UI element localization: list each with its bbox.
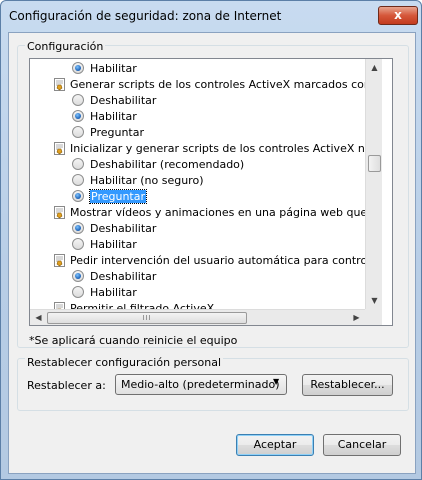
radio-selected-icon[interactable] — [72, 190, 84, 202]
setting-option-label: Habilitar — [90, 237, 137, 251]
reset-group-label: Restablecer configuración personal — [25, 356, 224, 369]
cancel-button[interactable]: Cancelar — [323, 434, 401, 456]
scroll-up-arrow-icon[interactable]: ▲ — [366, 59, 383, 76]
setting-option[interactable]: Preguntar — [72, 188, 147, 204]
setting-option[interactable]: Deshabilitar — [72, 268, 156, 284]
close-button[interactable]: x — [378, 6, 418, 25]
horizontal-scroll-thumb[interactable]: III — [47, 312, 247, 324]
scroll-right-arrow-icon[interactable]: ▶ — [348, 310, 365, 325]
reset-button[interactable]: Restablecer... — [302, 374, 393, 396]
setting-option[interactable]: Habilitar (no seguro) — [72, 172, 203, 188]
setting-category-label: Mostrar vídeos y animaciones en una pági… — [70, 205, 365, 219]
setting-option-label: Habilitar (no seguro) — [90, 173, 204, 187]
setting-option-label: Deshabilitar — [90, 93, 157, 107]
setting-category-label: Inicializar y generar scripts de los con… — [70, 141, 365, 155]
vertical-scrollbar[interactable]: ▲ ▼ — [365, 59, 382, 309]
setting-category-label: Generar scripts de los controles ActiveX… — [70, 77, 365, 91]
setting-option[interactable]: Habilitar — [72, 236, 137, 252]
setting-category: Mostrar vídeos y animaciones en una pági… — [54, 204, 365, 220]
settings-list-viewport: Habilitar Generar scripts de los controle… — [30, 59, 365, 309]
setting-option-label: Deshabilitar (recomendado) — [90, 157, 245, 171]
dialog-client-area: Configuración Habilitar Generar scripts d… — [8, 32, 416, 474]
radio-unselected-icon[interactable] — [72, 126, 84, 138]
setting-option[interactable]: Habilitar — [72, 284, 137, 300]
radio-unselected-icon[interactable] — [72, 174, 84, 186]
setting-option-label: Habilitar — [90, 285, 137, 299]
radio-unselected-icon[interactable] — [72, 94, 84, 106]
settings-shield-icon — [54, 253, 65, 267]
setting-option[interactable]: Deshabilitar — [72, 92, 156, 108]
setting-option[interactable]: Habilitar — [72, 60, 137, 76]
setting-category: Inicializar y generar scripts de los con… — [54, 140, 365, 156]
setting-category: Generar scripts de los controles ActiveX… — [54, 76, 365, 92]
settings-shield-icon — [54, 77, 65, 91]
radio-selected-icon[interactable] — [72, 62, 84, 74]
setting-option-label: Preguntar — [89, 188, 147, 204]
radio-unselected-icon[interactable] — [72, 158, 84, 170]
horizontal-scrollbar[interactable]: ◀ III ▶ — [30, 309, 365, 325]
setting-option-label: Preguntar — [90, 125, 144, 139]
title-bar: Configuración de seguridad: zona de Inte… — [1, 1, 421, 31]
scroll-corner — [365, 309, 382, 325]
radio-unselected-icon[interactable] — [72, 286, 84, 298]
settings-shield-icon — [54, 205, 65, 219]
setting-option-label: Habilitar — [90, 109, 137, 123]
reset-level-value: Medio-alto (predeterminado) — [121, 378, 280, 391]
scroll-left-arrow-icon[interactable]: ◀ — [30, 310, 47, 325]
setting-category: Permitir el filtrado ActiveX — [54, 300, 214, 309]
chevron-down-icon: ▼ — [273, 377, 280, 386]
setting-option-label: Deshabilitar — [90, 269, 157, 283]
setting-option[interactable]: Habilitar — [72, 108, 137, 124]
setting-category: Pedir intervención del usuario automátic… — [54, 252, 365, 268]
settings-shield-icon — [54, 301, 65, 309]
radio-selected-icon[interactable] — [72, 222, 84, 234]
window-frame: Configuración de seguridad: zona de Inte… — [0, 0, 422, 480]
restart-note: *Se aplicará cuando reinicie el equipo — [29, 334, 238, 347]
settings-tree-list[interactable]: Habilitar Generar scripts de los controle… — [29, 58, 393, 326]
settings-group-label: Configuración — [25, 40, 106, 53]
reset-level-select[interactable]: Medio-alto (predeterminado) ▼ — [115, 374, 287, 395]
scroll-down-arrow-icon[interactable]: ▼ — [366, 292, 383, 309]
settings-shield-icon — [54, 141, 65, 155]
vertical-scroll-thumb[interactable] — [368, 155, 381, 172]
setting-category-label: Permitir el filtrado ActiveX — [70, 301, 215, 310]
ok-button[interactable]: Aceptar — [236, 434, 314, 456]
radio-selected-icon[interactable] — [72, 270, 84, 282]
setting-option[interactable]: Deshabilitar — [72, 220, 156, 236]
reset-to-label: Restablecer a: — [27, 379, 106, 392]
radio-unselected-icon[interactable] — [72, 238, 84, 250]
setting-category-label: Pedir intervención del usuario automátic… — [70, 253, 365, 267]
radio-selected-icon[interactable] — [72, 110, 84, 122]
setting-option-label: Deshabilitar — [90, 221, 157, 235]
window-title: Configuración de seguridad: zona de Inte… — [9, 9, 282, 23]
setting-option[interactable]: Deshabilitar (recomendado) — [72, 156, 244, 172]
setting-option[interactable]: Preguntar — [72, 124, 144, 140]
setting-option-label: Habilitar — [90, 61, 137, 75]
